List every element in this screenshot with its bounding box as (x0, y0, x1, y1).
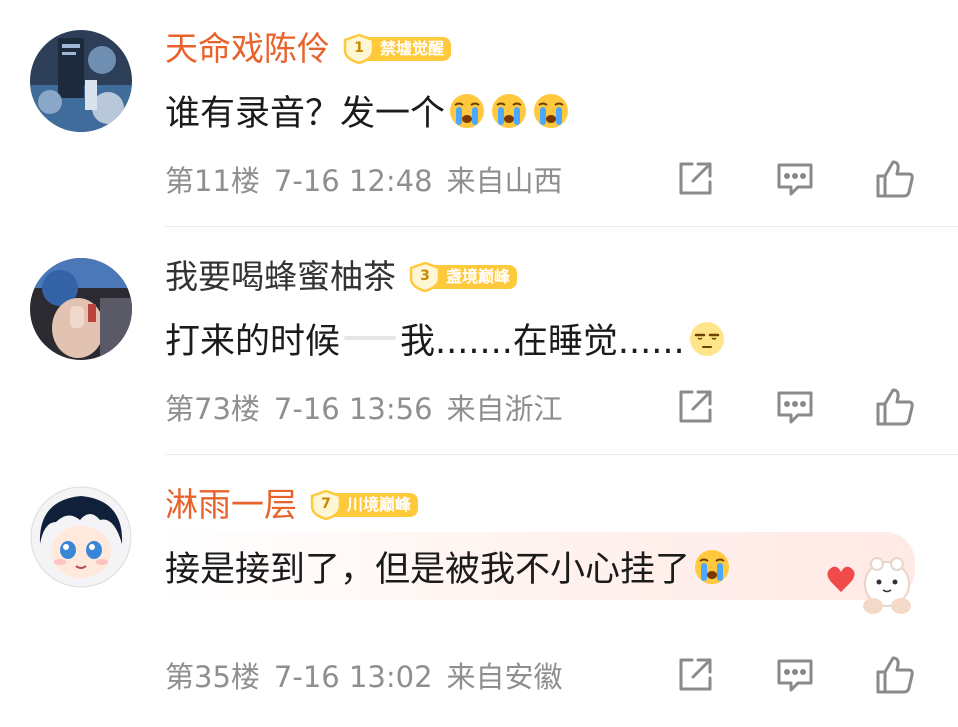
comment-text-part: 打来的时候 (165, 321, 341, 362)
crying-emoji (531, 90, 571, 130)
ip-location: 来自浙江 (446, 392, 563, 426)
sleepy-emoji (687, 318, 727, 358)
floor-number: 第35楼 (165, 660, 260, 694)
floor-number: 第11楼 (165, 164, 260, 198)
action-bar (674, 654, 916, 696)
badge-level: 7 (321, 496, 331, 512)
badge-label: 禁墟觉醒 (364, 37, 452, 61)
comment-text: 接是接到了，但是被我不小心挂了 (155, 532, 915, 600)
timestamp: 7-16 12:48 (273, 164, 433, 198)
comment-text: 打来的时候 我.......在睡觉...... (165, 310, 727, 366)
comment-item: 天命戏陈伶 禁墟觉醒 1 谁有录音？发一个 第11楼 7-16 12:48 来自山西 (0, 0, 958, 228)
divider (165, 226, 958, 227)
ip-location: 来自山西 (446, 164, 563, 198)
comment-meta: 第11楼 7-16 12:48 来自山西 (165, 160, 577, 202)
share-icon[interactable] (674, 386, 716, 428)
timestamp: 7-16 13:02 (273, 660, 433, 694)
divider (165, 454, 958, 455)
comment-meta: 第35楼 7-16 13:02 来自安徽 (165, 656, 577, 698)
action-bar (674, 386, 916, 428)
reply-icon[interactable] (774, 386, 816, 428)
reply-icon[interactable] (774, 158, 816, 200)
fan-level-badge[interactable]: 盏境巅峰 3 (408, 262, 518, 292)
floor-number: 第73楼 (165, 392, 260, 426)
crying-emoji (447, 90, 487, 130)
like-icon[interactable] (874, 386, 916, 428)
comment-item: 我要喝蜂蜜柚茶 盏境巅峰 3 打来的时候 我.......在睡觉...... 第… (0, 228, 958, 456)
badge-label: 盏境巅峰 (430, 265, 518, 289)
bubble-sticker-icon (827, 557, 911, 614)
crying-emoji (489, 90, 529, 130)
blurred-gap (344, 336, 397, 340)
share-icon[interactable] (674, 654, 716, 696)
badge-label: 川境巅峰 (331, 493, 419, 517)
comment-text: 谁有录音？发一个 (165, 82, 571, 138)
like-icon[interactable] (874, 158, 916, 200)
comment-text-part: 接是接到了，但是被我不小心挂了 (165, 549, 691, 590)
avatar[interactable] (30, 486, 132, 588)
comment-text-part: 谁有录音？发一个 (165, 93, 446, 134)
share-icon[interactable] (674, 158, 716, 200)
timestamp: 7-16 13:56 (273, 392, 433, 426)
fan-level-badge[interactable]: 禁墟觉醒 1 (342, 34, 452, 64)
action-bar (674, 158, 916, 200)
reply-icon[interactable] (774, 654, 816, 696)
avatar[interactable] (30, 258, 132, 360)
avatar[interactable] (30, 30, 132, 132)
ip-location: 来自安徽 (446, 660, 563, 694)
username[interactable]: 我要喝蜂蜜柚茶 (165, 254, 396, 300)
comment-text-part: 我.......在睡觉...... (400, 321, 685, 362)
comment-meta: 第73楼 7-16 13:56 来自浙江 (165, 388, 577, 430)
like-icon[interactable] (874, 654, 916, 696)
username[interactable]: 天命戏陈伶 (165, 26, 330, 72)
username[interactable]: 淋雨一层 (165, 482, 297, 528)
comment-item: 淋雨一层 川境巅峰 7 接是接到了，但是被我不小心挂了 第35楼 7-16 13:… (0, 456, 958, 694)
fan-level-badge[interactable]: 川境巅峰 7 (309, 490, 419, 520)
badge-level: 1 (354, 40, 364, 56)
crying-emoji (692, 546, 732, 586)
badge-level: 3 (420, 268, 430, 284)
